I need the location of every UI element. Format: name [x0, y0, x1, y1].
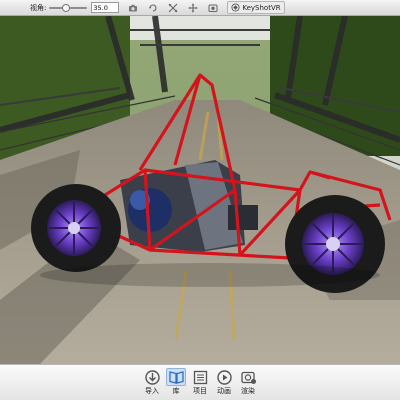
screenshot-icon[interactable] — [207, 2, 219, 13]
import-button[interactable]: 导入 — [140, 368, 164, 395]
library-label: 库 — [172, 387, 180, 395]
animation-button[interactable]: 动画 — [212, 368, 236, 395]
tumble-icon[interactable] — [147, 2, 159, 13]
bottom-toolbar: 导入 库 项目 动画 渲染 — [0, 364, 400, 400]
animation-icon — [214, 368, 234, 386]
render-icon — [238, 368, 258, 386]
library-icon — [166, 368, 186, 386]
animation-label: 动画 — [217, 387, 231, 395]
fov-slider[interactable] — [49, 3, 88, 12]
fov-input[interactable] — [91, 2, 120, 13]
vehicle-render — [0, 16, 400, 364]
project-label: 项目 — [193, 387, 207, 395]
move-icon[interactable] — [167, 2, 179, 13]
render-viewport[interactable] — [0, 16, 400, 364]
render-button[interactable]: 渲染 — [236, 368, 260, 395]
rear-wheel — [31, 184, 121, 272]
keyshotvr-icon — [231, 3, 240, 12]
camera-toolbar: 视角: KeyShotVR — [0, 0, 400, 16]
library-button[interactable]: 库 — [164, 368, 188, 395]
render-label: 渲染 — [241, 387, 255, 395]
fov-label: 视角: — [30, 3, 47, 12]
camera-icon[interactable] — [127, 2, 139, 13]
keyshotvr-label: KeyShotVR — [242, 3, 281, 12]
keyshotvr-button[interactable]: KeyShotVR — [227, 1, 285, 14]
project-icon — [190, 368, 210, 386]
import-icon — [142, 368, 162, 386]
project-button[interactable]: 项目 — [188, 368, 212, 395]
import-label: 导入 — [145, 387, 159, 395]
pan-icon[interactable] — [187, 2, 199, 13]
fov-slider-thumb[interactable] — [62, 3, 71, 12]
